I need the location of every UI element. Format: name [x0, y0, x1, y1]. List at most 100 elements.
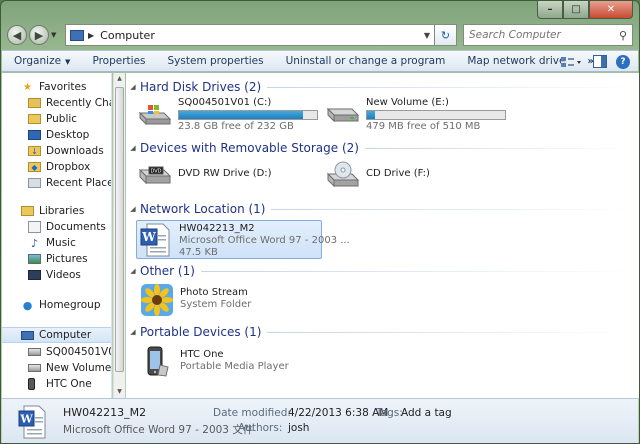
address-dropdown-icon[interactable]: ▼	[420, 31, 434, 40]
nav-e-drive[interactable]: New Volume (E:)	[2, 360, 111, 376]
item-type: Portable Media Player	[180, 361, 289, 372]
group-header-other[interactable]: ◢ Other (1)	[126, 263, 636, 279]
group-header-removable[interactable]: ◢ Devices with Removable Storage (2)	[126, 140, 636, 156]
nav-homegroup[interactable]: ● Homegroup	[2, 297, 111, 313]
breadcrumb-computer[interactable]: Computer	[100, 29, 420, 42]
star-icon: ★	[23, 81, 32, 93]
scrollbar-thumb[interactable]	[115, 87, 124, 372]
phone-icon	[28, 378, 35, 390]
group-header-portable[interactable]: ◢ Portable Devices (1)	[126, 324, 636, 340]
nav-item-label: Recently Changed	[46, 97, 111, 109]
change-view-button[interactable]	[556, 53, 586, 70]
scroll-down-icon[interactable]: ▼	[114, 386, 125, 398]
phone-icon	[147, 346, 169, 377]
document-tile-selected[interactable]: W HW042213_M2 Microsoft Office Word 97 -…	[136, 220, 350, 259]
nav-music[interactable]: ♪ Music	[2, 235, 111, 251]
nav-downloads[interactable]: ↓ Downloads	[2, 143, 111, 159]
collapse-icon[interactable]: ◢	[126, 144, 140, 152]
map-network-drive-button[interactable]: Map network drive	[467, 55, 565, 67]
nav-item-label: Videos	[46, 269, 81, 281]
forward-button[interactable]: ▶	[29, 25, 49, 45]
collapse-icon[interactable]: ◢	[126, 267, 140, 275]
help-button[interactable]: ?	[614, 53, 632, 70]
nav-computer[interactable]: Computer	[2, 327, 111, 343]
organize-menu[interactable]: Organize ▼	[14, 55, 70, 67]
command-bar: Organize ▼ Properties System properties U…	[2, 50, 638, 72]
nav-recently-changed[interactable]: Recently Changed	[2, 95, 111, 111]
authors-value[interactable]: josh	[288, 422, 309, 434]
htc-one-tile[interactable]: HTC One Portable Media Player	[140, 345, 310, 381]
videos-icon	[28, 270, 41, 280]
group-header-network[interactable]: ◢ Network Location (1)	[126, 201, 636, 217]
nav-favorites-label: Favorites	[39, 81, 87, 93]
search-icon[interactable]: ⚲	[614, 29, 632, 42]
nav-libraries-label: Libraries	[39, 205, 85, 217]
nav-item-label: Downloads	[46, 145, 104, 157]
search-input[interactable]	[469, 29, 614, 41]
address-row: ◀ ▶ ▼ ▶ Computer ▼ ↻ ⚲	[7, 23, 633, 47]
nav-documents[interactable]: Documents	[2, 219, 111, 235]
word-document-icon: W	[140, 223, 170, 257]
refresh-icon: ↻	[440, 28, 451, 42]
maximize-button[interactable]: □	[563, 1, 589, 19]
properties-button[interactable]: Properties	[92, 55, 145, 67]
authors-label: Authors:	[238, 422, 283, 434]
close-button[interactable]: ✕	[589, 1, 633, 19]
nav-libraries[interactable]: Libraries	[2, 203, 111, 219]
nav-c-drive[interactable]: SQ004501V01 (C:)	[2, 344, 111, 360]
drive-e-tile[interactable]: New Volume (E:) 479 MB free of 510 MB	[326, 97, 516, 132]
computer-icon	[70, 29, 84, 41]
group-divider	[271, 208, 636, 210]
nav-computer-label: Computer	[39, 329, 92, 341]
tags-label: Tags:	[376, 407, 403, 419]
photo-stream-tile[interactable]: Photo Stream System Folder	[140, 283, 310, 319]
scroll-up-icon[interactable]: ▲	[114, 73, 125, 85]
drive-c-usage-bar	[178, 110, 318, 120]
nav-favorites[interactable]: ★ Favorites	[2, 79, 111, 95]
sunflower-icon	[141, 284, 173, 316]
documents-icon	[28, 221, 41, 233]
nav-scrollbar[interactable]: ▲ ▼	[113, 73, 125, 398]
nav-htc-one[interactable]: HTC One	[2, 376, 111, 392]
recent-pages-dropdown[interactable]: ▼	[51, 31, 61, 39]
hard-drive-icon	[28, 348, 41, 356]
cd-drive-tile[interactable]: CD Drive (F:)	[326, 160, 496, 194]
nav-dropbox[interactable]: ◆ Dropbox	[2, 159, 111, 175]
search-box[interactable]: ⚲	[463, 24, 633, 46]
drive-c-tile[interactable]: SQ004501V01 (C:) 23.8 GB free of 232 GB	[138, 97, 318, 132]
preview-pane-button[interactable]	[590, 53, 610, 70]
group-divider	[200, 270, 636, 272]
nav-pictures[interactable]: Pictures	[2, 251, 111, 267]
preview-pane-icon	[593, 55, 607, 68]
refresh-button[interactable]: ↻	[435, 24, 457, 46]
group-divider	[364, 147, 636, 149]
drive-name: CD Drive (F:)	[366, 168, 430, 179]
computer-icon	[21, 330, 34, 340]
drive-free-space: 479 MB free of 510 MB	[366, 121, 481, 132]
uninstall-program-button[interactable]: Uninstall or change a program	[286, 55, 446, 67]
collapse-icon[interactable]: ◢	[126, 205, 140, 213]
system-properties-button[interactable]: System properties	[168, 55, 264, 67]
dropbox-icon: ◆	[28, 162, 41, 172]
collapse-icon[interactable]: ◢	[126, 328, 140, 336]
tags-value[interactable]: Add a tag	[401, 407, 452, 419]
group-divider	[267, 331, 636, 333]
collapse-icon[interactable]: ◢	[126, 83, 140, 91]
nav-videos[interactable]: Videos	[2, 267, 111, 283]
nav-item-label: Recent Places	[46, 177, 112, 189]
address-bar[interactable]: ▶ Computer ▼	[65, 24, 435, 46]
nav-desktop[interactable]: Desktop	[2, 127, 111, 143]
dvd-drive-tile[interactable]: DVD DVD RW Drive (D:)	[138, 160, 308, 194]
file-name: HW042213_M2	[179, 223, 255, 234]
group-header-hdd[interactable]: ◢ Hard Disk Drives (2)	[126, 79, 636, 95]
svg-text:W: W	[141, 230, 156, 244]
group-label: Hard Disk Drives (2)	[140, 80, 262, 94]
file-size: 47.5 KB	[179, 247, 218, 258]
nav-public[interactable]: Public	[2, 111, 111, 127]
breadcrumb-separator-icon[interactable]: ▶	[88, 31, 94, 40]
dvd-drive-icon: DVD	[138, 166, 172, 185]
cd-drive-icon	[326, 161, 360, 188]
nav-recent-places[interactable]: Recent Places	[2, 175, 112, 191]
back-button[interactable]: ◀	[7, 25, 27, 45]
minimize-button[interactable]: –	[537, 1, 563, 19]
